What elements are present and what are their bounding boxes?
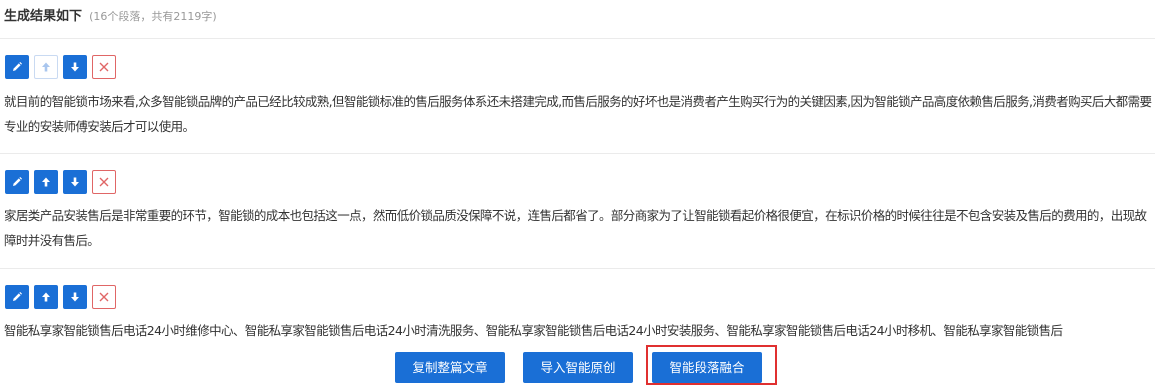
result-header: 生成结果如下 (16个段落，共有2119字) [4,5,217,25]
close-icon [98,291,110,303]
pencil-icon [11,291,23,303]
paragraph-toolbar [5,285,116,309]
arrow-down-icon [69,61,81,73]
paragraph-text: 智能私享家智能锁售后电话24小时维修中心、智能私享家智能锁售后电话24小时清洗服… [4,323,1063,338]
edit-button[interactable] [5,170,29,194]
paragraph-toolbar [5,55,116,79]
arrow-up-icon [40,61,52,73]
move-down-button[interactable] [63,55,87,79]
move-down-button[interactable] [63,170,87,194]
paragraph-text: 家居类产品安装售后是非常重要的环节，智能锁的成本也包括这一点，然而低价锁品质没保… [4,208,1147,248]
close-icon [98,176,110,188]
result-title: 生成结果如下 [4,9,83,24]
delete-button[interactable] [92,170,116,194]
move-down-button[interactable] [63,285,87,309]
highlight-box [646,345,777,385]
move-up-button[interactable] [34,55,58,79]
import-original-button[interactable]: 导入智能原创 [523,352,633,383]
arrow-up-icon [40,291,52,303]
move-up-button[interactable] [34,285,58,309]
edit-button[interactable] [5,55,29,79]
move-up-button[interactable] [34,170,58,194]
delete-button[interactable] [92,55,116,79]
divider [0,153,1155,154]
paragraph-text: 就目前的智能锁市场来看,众多智能锁品牌的产品已经比较成熟,但智能锁标准的售后服务… [4,94,1152,134]
delete-button[interactable] [92,285,116,309]
copy-article-button[interactable]: 复制整篇文章 [395,352,505,383]
action-bar: 复制整篇文章 导入智能原创 智能段落融合 [0,352,1161,383]
arrow-down-icon [69,291,81,303]
edit-button[interactable] [5,285,29,309]
paragraph-toolbar [5,170,116,194]
result-meta: (16个段落，共有2119字) [89,10,217,23]
arrow-down-icon [69,176,81,188]
pencil-icon [11,61,23,73]
pencil-icon [11,176,23,188]
close-icon [98,61,110,73]
divider [0,38,1155,39]
divider [0,268,1155,269]
arrow-up-icon [40,176,52,188]
